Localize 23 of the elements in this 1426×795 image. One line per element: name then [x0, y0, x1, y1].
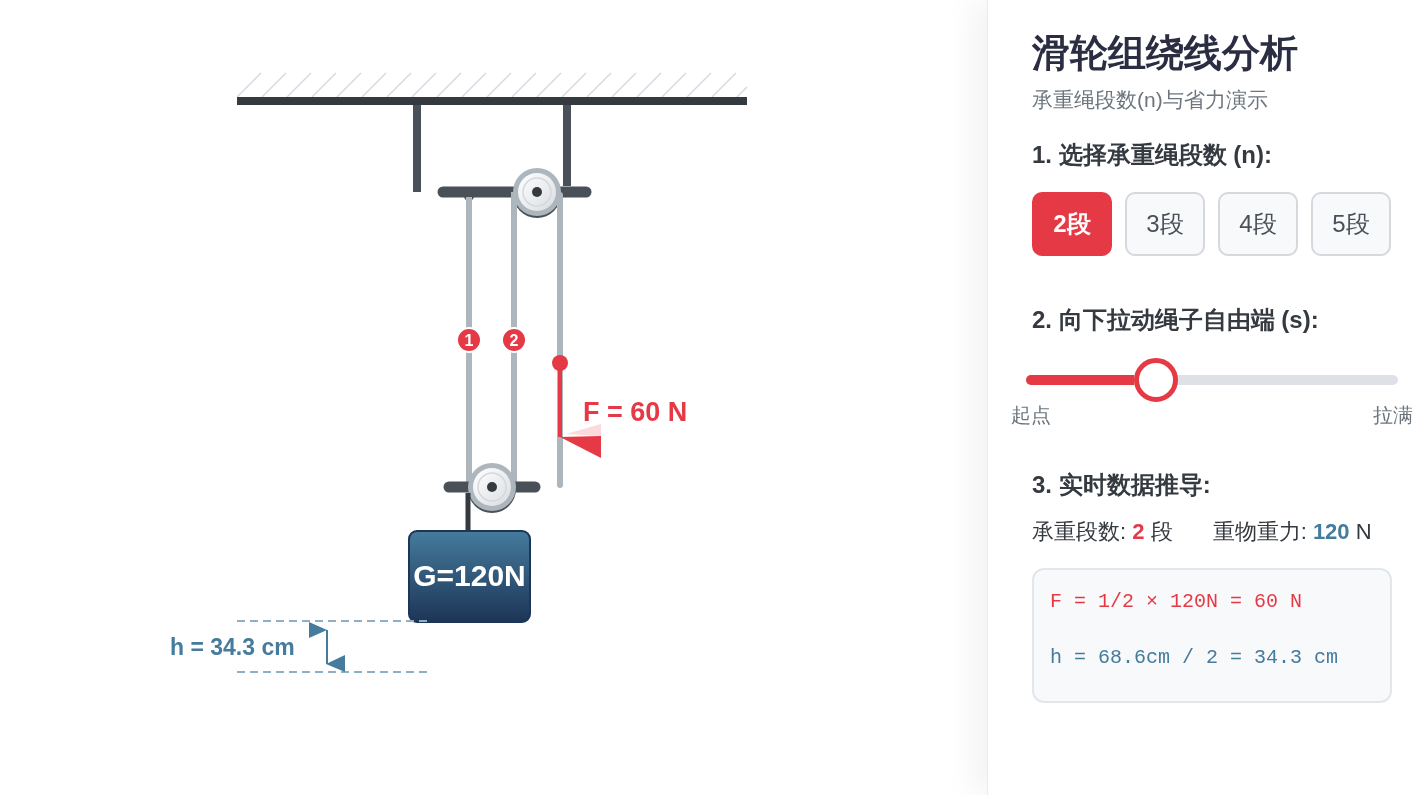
section-heading: 1. 选择承重绳段数 (n): — [1032, 140, 1273, 170]
panel-title: 滑轮组绕线分析 — [1032, 31, 1299, 76]
weight-label: G=120N — [413, 559, 526, 592]
segment-option-button[interactable]: 2段 — [1032, 192, 1112, 256]
segment-option-button[interactable]: 5段 — [1311, 192, 1391, 256]
panel-subtitle: 承重绳段数(n)与省力演示 — [1032, 87, 1269, 113]
section-heading: 3. 实时数据推导: — [1032, 470, 1212, 500]
section-heading: 2. 向下拉动绳子自由端 (s): — [1032, 305, 1320, 335]
segment-number-badge: 1 — [456, 327, 482, 353]
dimension-arrow — [309, 622, 345, 672]
height-label: h = 34.3 cm — [170, 634, 295, 660]
force-label: F = 60 N — [583, 397, 688, 427]
segment-number-badge: 2 — [501, 327, 527, 353]
segment-option-button[interactable]: 3段 — [1125, 192, 1205, 256]
stat-text: 承重段数: 2 段 — [1032, 518, 1173, 546]
segment-option-button[interactable]: 4段 — [1218, 192, 1298, 256]
formula-line: h = 68.6cm / 2 = 34.3 cm — [1050, 645, 1340, 671]
slider-min-label: 起点 — [1011, 403, 1051, 428]
hook-rod — [465, 493, 471, 531]
stat-text: 重物重力: 120 N — [1212, 518, 1372, 546]
slider-max-label: 拉满 — [1373, 403, 1413, 428]
formula-line: F = 1/2 × 120N = 60 N — [1050, 589, 1304, 615]
slider-thumb[interactable] — [1133, 358, 1178, 402]
